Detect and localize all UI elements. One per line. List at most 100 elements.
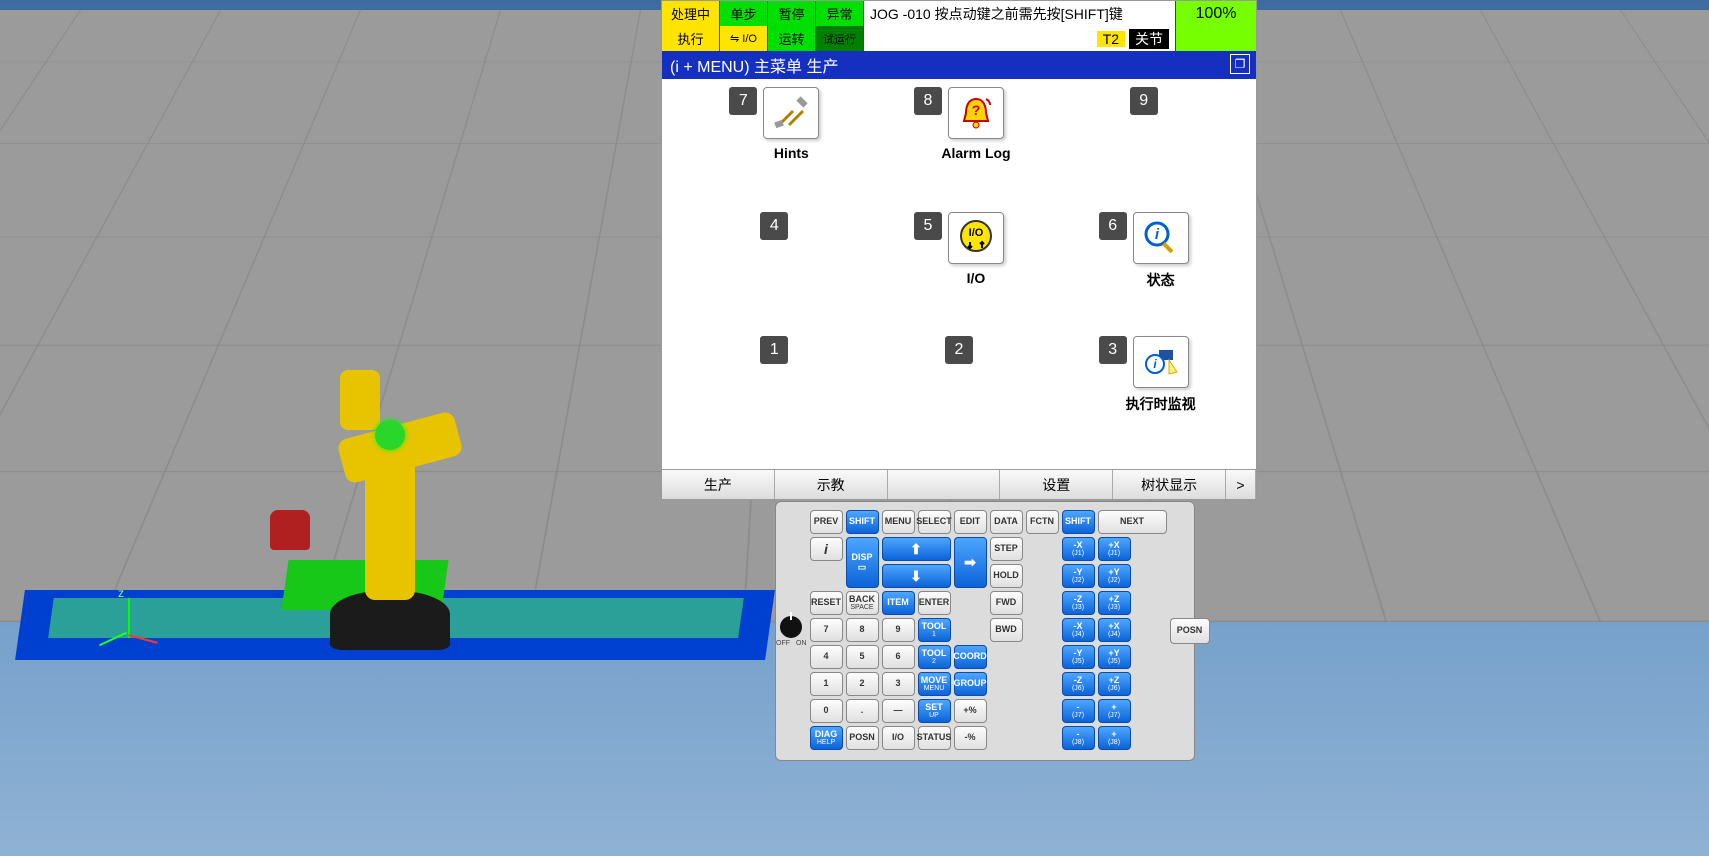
key-num-9[interactable]: 9: [882, 618, 915, 642]
key-minus-j7[interactable]: -(J7): [1062, 699, 1095, 723]
key-num-2[interactable]: 2: [846, 672, 879, 696]
key-status[interactable]: STATUS: [918, 726, 951, 750]
mode-dial[interactable]: [780, 616, 802, 638]
mode-badge: T2: [1097, 31, 1125, 47]
menu-runtime-monitor[interactable]: 3 i 执行时监视: [1051, 336, 1236, 461]
softkey-tree[interactable]: 树状显示: [1113, 470, 1226, 499]
numkey-5: 5: [914, 212, 942, 240]
key-num-4[interactable]: 4: [810, 645, 843, 669]
robot-model[interactable]: [280, 330, 500, 650]
key-minus-x-j1[interactable]: -X(J1): [1062, 537, 1095, 561]
menu-status-label: 状态: [1147, 270, 1175, 290]
key-num-7[interactable]: 7: [810, 618, 843, 642]
key-minus-j8[interactable]: -(J8): [1062, 726, 1095, 750]
softkey-3[interactable]: [888, 470, 1001, 499]
speed-pct[interactable]: 100%: [1176, 1, 1256, 26]
key-edit[interactable]: EDIT: [954, 510, 987, 534]
key-menu[interactable]: MENU: [882, 510, 915, 534]
key-plus-y-j5[interactable]: +Y(J5): [1098, 645, 1131, 669]
key-reset[interactable]: RESET: [810, 591, 843, 615]
key-arrow-up[interactable]: ⬆: [882, 537, 951, 561]
menu-io[interactable]: 5 I/O I/O: [867, 212, 1052, 337]
key-plus-x-j4[interactable]: +X(J4): [1098, 618, 1131, 642]
key-select[interactable]: SELECT: [918, 510, 951, 534]
key-posn[interactable]: POSN: [846, 726, 879, 750]
menu-hints-label: Hints: [774, 145, 809, 161]
key-pct-minus[interactable]: -%: [954, 726, 987, 750]
key-item[interactable]: ITEM: [882, 591, 915, 615]
key-coord[interactable]: COORD: [954, 645, 987, 669]
numkey-8: 8: [914, 87, 942, 115]
key-movemenu[interactable]: MOVEMENU: [918, 672, 951, 696]
key-tool2[interactable]: TOOL2: [918, 645, 951, 669]
numkey-3: 3: [1099, 336, 1127, 364]
key-data[interactable]: DATA: [990, 510, 1023, 534]
status-test: 试运行: [816, 26, 864, 51]
softkey-setup[interactable]: 设置: [1000, 470, 1113, 499]
key-pct-plus[interactable]: +%: [954, 699, 987, 723]
alarm-icon: ?: [948, 87, 1004, 139]
dial-off-label: OFF: [776, 640, 790, 647]
menu-alarm-log[interactable]: 8 ? Alarm Log: [867, 87, 1052, 212]
numkey-9: 9: [1130, 87, 1158, 115]
axis-gizmo: z: [118, 598, 158, 678]
status-abnormal: 异常: [816, 1, 864, 26]
key-fwd[interactable]: FWD: [990, 591, 1023, 615]
menu-status[interactable]: 6 i 状态: [1051, 212, 1236, 337]
key-backspace[interactable]: BACKSPACE: [846, 591, 879, 615]
menu-io-label: I/O: [967, 270, 986, 286]
softkey-more[interactable]: >: [1226, 470, 1256, 499]
jog-mode: 关节: [1129, 29, 1169, 49]
key-next[interactable]: NEXT: [1098, 510, 1167, 534]
key-plus-z-j6[interactable]: +Z(J6): [1098, 672, 1131, 696]
key-minus-y-j2[interactable]: -Y(J2): [1062, 564, 1095, 588]
key-num-6[interactable]: 6: [882, 645, 915, 669]
key-num-3[interactable]: 3: [882, 672, 915, 696]
key-info[interactable]: i: [810, 537, 843, 561]
menu-slot-2[interactable]: 2: [867, 336, 1052, 461]
key-plus-j7[interactable]: +(J7): [1098, 699, 1131, 723]
key-shift-left[interactable]: SHIFT: [846, 510, 879, 534]
menu-slot-9[interactable]: 9: [1051, 87, 1236, 212]
key-plus-y-j2[interactable]: +Y(J2): [1098, 564, 1131, 588]
window-dup-icon[interactable]: ❐: [1230, 54, 1250, 74]
menu-alarm-label: Alarm Log: [941, 145, 1010, 161]
key-num-0[interactable]: 0: [810, 699, 843, 723]
key-num-1[interactable]: 1: [810, 672, 843, 696]
key-num-5[interactable]: 5: [846, 645, 879, 669]
svg-text:I/O: I/O: [969, 227, 984, 239]
key-posn-side[interactable]: POSN: [1170, 618, 1210, 644]
numkey-2: 2: [945, 336, 973, 364]
io-icon: I/O: [948, 212, 1004, 264]
numkey-6: 6: [1099, 212, 1127, 240]
key-minus-z-j6[interactable]: -Z(J6): [1062, 672, 1095, 696]
key-num-8[interactable]: 8: [846, 618, 879, 642]
key-dot[interactable]: .: [846, 699, 879, 723]
key-arrow-right[interactable]: ➡: [954, 537, 987, 588]
key-disp[interactable]: DISP▭: [846, 537, 879, 588]
key-minus-z-j3[interactable]: -Z(J3): [1062, 591, 1095, 615]
key-bwd[interactable]: BWD: [990, 618, 1023, 642]
key-dash[interactable]: —: [882, 699, 915, 723]
key-group[interactable]: GROUP: [954, 672, 987, 696]
key-hold[interactable]: HOLD: [990, 564, 1023, 588]
key-step[interactable]: STEP: [990, 537, 1023, 561]
key-arrow-down[interactable]: ⬇: [882, 564, 951, 588]
key-minus-y-j5[interactable]: -Y(J5): [1062, 645, 1095, 669]
key-enter[interactable]: ENTER: [918, 591, 951, 615]
key-io[interactable]: I/O: [882, 726, 915, 750]
key-diag[interactable]: DIAGHELP: [810, 726, 843, 750]
key-fctn[interactable]: FCTN: [1026, 510, 1059, 534]
key-plus-x-j1[interactable]: +X(J1): [1098, 537, 1131, 561]
key-tool1[interactable]: TOOL1: [918, 618, 951, 642]
key-plus-j8[interactable]: +(J8): [1098, 726, 1131, 750]
svg-text:?: ?: [972, 102, 981, 118]
status-icon: i: [1133, 212, 1189, 264]
key-minus-x-j4[interactable]: -X(J4): [1062, 618, 1095, 642]
menu-monitor-label: 执行时监视: [1126, 394, 1196, 414]
key-plus-z-j3[interactable]: +Z(J3): [1098, 591, 1131, 615]
key-shift-right[interactable]: SHIFT: [1062, 510, 1095, 534]
key-prev[interactable]: PREV: [810, 510, 843, 534]
softkey-teach[interactable]: 示教: [775, 470, 888, 499]
key-setup[interactable]: SETUP: [918, 699, 951, 723]
